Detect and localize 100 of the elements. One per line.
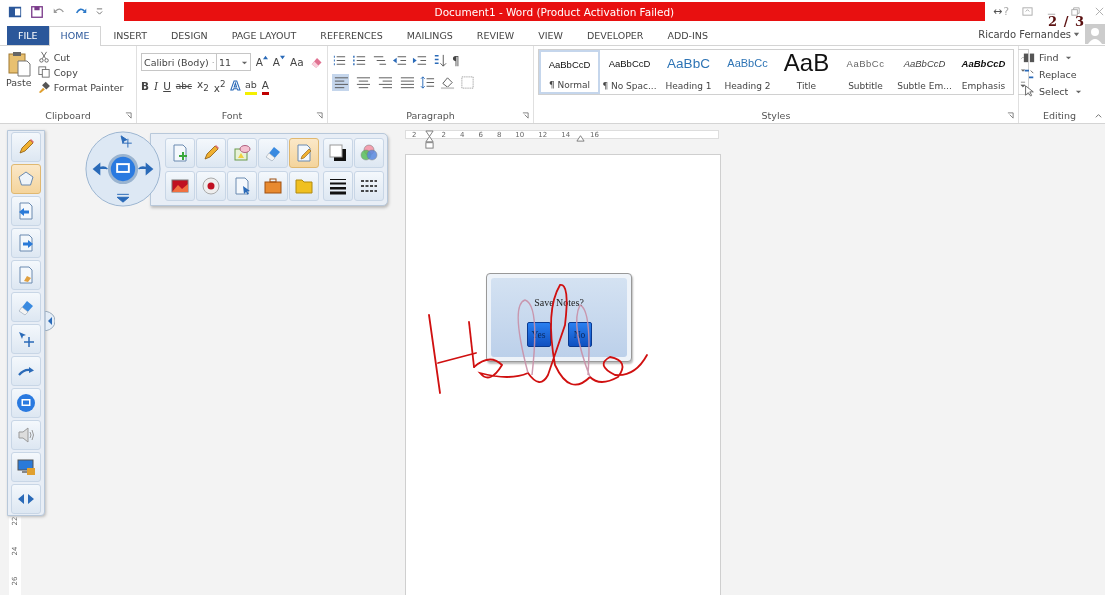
paste-button[interactable]: Paste <box>4 49 34 108</box>
copy-icon <box>37 66 50 78</box>
underline-button[interactable]: U <box>163 79 171 94</box>
dialog-launcher-icon[interactable] <box>1007 112 1014 119</box>
font-color-button[interactable]: A <box>261 77 269 95</box>
dialog-launcher-icon[interactable] <box>316 112 323 119</box>
save-icon[interactable] <box>30 4 44 19</box>
file-tab[interactable]: FILE <box>7 26 49 45</box>
shrink-font-button[interactable]: A <box>272 55 286 69</box>
collapse-ribbon-icon[interactable] <box>1094 111 1103 120</box>
group-label: Styles <box>761 110 791 121</box>
up-triangle-icon <box>262 55 268 60</box>
font-name-field[interactable]: Calibri (Body) <box>141 53 217 71</box>
ribbon-tab[interactable]: INSERT <box>101 26 160 45</box>
page-left-arrow-icon[interactable] <box>16 201 36 221</box>
page-plus-icon[interactable] <box>170 142 190 163</box>
ribbon-tab[interactable]: ADD-INS <box>655 26 720 45</box>
dialog-launcher-icon[interactable] <box>522 112 529 119</box>
style-item[interactable]: AaBbCcD Emphasis <box>954 50 1013 94</box>
collapse-tab-icon[interactable] <box>45 311 55 331</box>
scissors-icon <box>37 51 50 63</box>
copy-button[interactable]: Copy <box>37 66 124 78</box>
indent-marker-icon[interactable] <box>425 129 435 150</box>
dialog-launcher-icon[interactable] <box>125 112 132 119</box>
style-item[interactable]: AaBbCcD ¶ Normal <box>539 50 600 94</box>
speaker-icon[interactable] <box>16 425 36 445</box>
circles-icon[interactable] <box>359 142 379 163</box>
highlight-button[interactable]: ab <box>244 77 257 95</box>
pencil-icon[interactable] <box>201 142 221 163</box>
restore-icon[interactable] <box>1070 6 1081 17</box>
align-center-icon[interactable] <box>354 74 371 91</box>
line-spacing-icon[interactable] <box>420 75 435 90</box>
show-marks-button[interactable]: ¶ <box>452 53 460 68</box>
numbering-icon[interactable] <box>352 53 367 68</box>
font-size-field[interactable]: 11 <box>216 53 251 71</box>
change-case-button[interactable]: Aa <box>290 55 304 69</box>
multilevel-list-icon[interactable] <box>372 53 387 68</box>
ribbon-tab[interactable]: MAILINGS <box>394 26 465 45</box>
right-indent-marker-icon[interactable] <box>576 133 586 142</box>
pentagon-icon[interactable] <box>16 169 36 189</box>
group-label: Paragraph <box>406 110 455 121</box>
sort-icon[interactable] <box>432 53 447 68</box>
record-icon[interactable] <box>201 175 221 196</box>
style-item[interactable]: AaBbC Heading 1 <box>659 50 718 94</box>
increase-indent-icon[interactable] <box>412 53 427 68</box>
resize-glyph: ↔ <box>992 5 1003 18</box>
select-button[interactable]: Select <box>1023 85 1096 97</box>
pencil-icon[interactable] <box>16 137 36 157</box>
cursor-icon <box>1023 85 1035 97</box>
ribbon-tab[interactable]: PAGE LAYOUT <box>219 26 309 45</box>
page-counter: 2 / 3 <box>1048 14 1085 29</box>
style-item[interactable]: AaBbCc Heading 2 <box>718 50 777 94</box>
style-item[interactable]: AaB Title <box>777 50 836 94</box>
ribbon-tab[interactable]: DESIGN <box>159 26 220 45</box>
bold-button[interactable]: B <box>141 79 149 94</box>
italic-button[interactable]: I <box>154 79 159 94</box>
ribbon-tab[interactable]: REFERENCES <box>308 26 395 45</box>
clipboard-icon <box>6 51 31 77</box>
strike-button[interactable]: abc <box>175 79 193 94</box>
word-logo-icon[interactable] <box>8 4 22 19</box>
page-right-arrow-icon[interactable] <box>16 233 36 253</box>
navigation-wheel-icon[interactable] <box>84 130 162 208</box>
caret-icon[interactable] <box>1073 31 1080 38</box>
find-button[interactable]: Find <box>1023 51 1096 63</box>
sup-button[interactable]: x$^{2}$ <box>213 77 226 95</box>
align-left-icon[interactable] <box>332 74 349 91</box>
style-item[interactable]: AaBbCcD ¶ No Spac... <box>600 50 659 94</box>
replace-icon <box>1023 68 1035 80</box>
user-name[interactable]: Ricardo Fernandes <box>978 29 1071 40</box>
pointer-move-icon[interactable] <box>16 329 36 349</box>
format-painter-button[interactable]: Format Painter <box>37 81 124 93</box>
toolbox-icon[interactable] <box>263 175 283 196</box>
screen-icon[interactable] <box>16 393 36 413</box>
group-label: Editing <box>1042 110 1077 121</box>
align-justify-icon[interactable] <box>398 74 415 91</box>
cut-button[interactable]: Cut <box>37 51 124 63</box>
ribbon-tab[interactable]: HOME <box>48 26 102 46</box>
ribbon-tab[interactable]: DEVELOPER <box>574 26 656 45</box>
pen-page-icon[interactable] <box>294 142 314 163</box>
decrease-indent-icon[interactable] <box>392 53 407 68</box>
align-right-icon[interactable] <box>376 74 393 91</box>
down-triangle-icon <box>280 55 286 60</box>
style-item[interactable]: AaBbCcD Subtle Em... <box>895 50 954 94</box>
monitor-lock-icon[interactable] <box>16 457 36 477</box>
shapes-icon[interactable] <box>232 142 252 163</box>
ribbon-tab[interactable]: VIEW <box>526 26 575 45</box>
page-pointer-icon[interactable] <box>232 175 252 196</box>
replace-button[interactable]: Replace <box>1023 68 1096 80</box>
binoculars-icon <box>1023 51 1035 63</box>
bullets-icon[interactable] <box>332 53 347 68</box>
brush-icon <box>37 81 50 93</box>
grow-font-button[interactable]: A <box>255 55 268 69</box>
window-title: Document1 - Word (Product Activation Failed) <box>434 5 675 18</box>
sub-button[interactable]: x$_{2}$ <box>197 77 209 96</box>
squares-icon[interactable] <box>328 142 348 163</box>
style-item[interactable]: AaBbCc Subtitle <box>836 50 895 94</box>
group-label: Clipboard <box>45 110 91 121</box>
ribbon-tab[interactable]: REVIEW <box>464 26 527 45</box>
shading-icon[interactable] <box>440 75 455 90</box>
customize-icon[interactable] <box>96 7 103 16</box>
